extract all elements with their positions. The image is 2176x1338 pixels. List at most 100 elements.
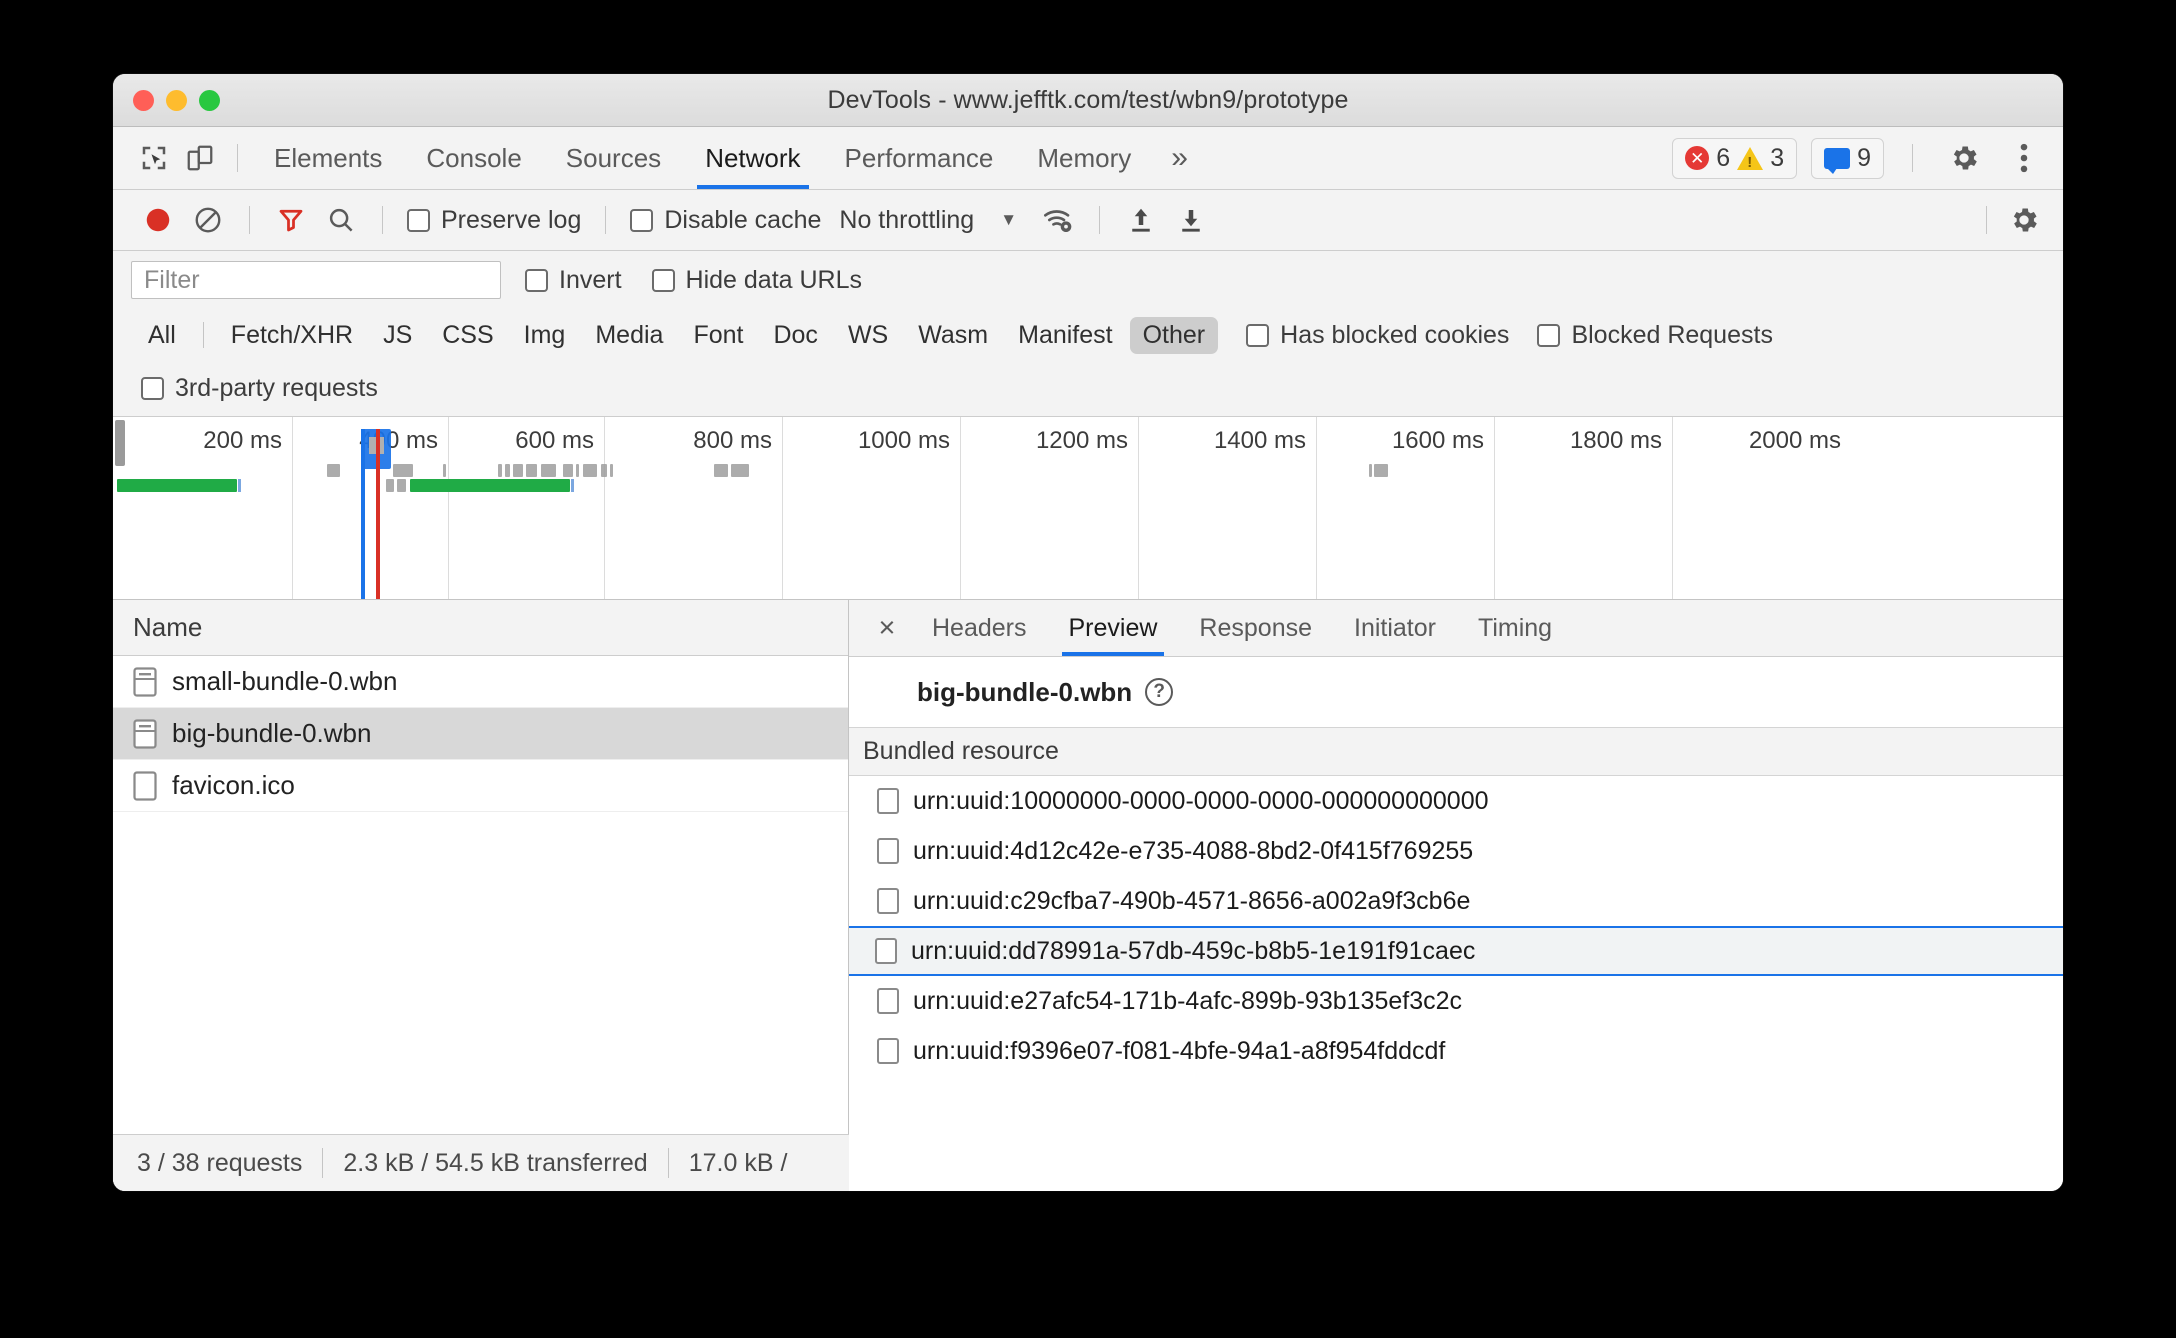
generic-document-icon xyxy=(133,770,157,801)
list-item[interactable]: urn:uuid:dd78991a-57db-459c-b8b5-1e191f9… xyxy=(849,926,2063,976)
throttling-dropdown[interactable]: No throttling ▼ xyxy=(839,206,1017,235)
table-row[interactable]: small-bundle-0.wbn xyxy=(113,656,848,708)
filter-chip-wasm[interactable]: Wasm xyxy=(905,317,1001,354)
overview-tick-label: 1200 ms xyxy=(1035,427,1128,454)
network-split-view: Name small-bundle-0.wbn big-bundle-0.wbn xyxy=(113,600,2063,1191)
more-tabs-chevron-icon[interactable]: » xyxy=(1153,127,1206,189)
request-name: favicon.ico xyxy=(172,770,295,800)
tab-performance[interactable]: Performance xyxy=(823,127,1016,189)
filter-chip-all[interactable]: All xyxy=(135,317,189,354)
gear-icon[interactable] xyxy=(1941,135,1987,181)
filter-input[interactable]: Filter xyxy=(131,261,501,299)
minimize-window-button[interactable] xyxy=(166,89,187,111)
webbundle-document-icon xyxy=(133,718,157,749)
filter-chip-media[interactable]: Media xyxy=(582,317,676,354)
filter-chip-doc[interactable]: Doc xyxy=(760,317,830,354)
overview-tick-label: 800 ms xyxy=(693,427,772,454)
filter-chip-manifest[interactable]: Manifest xyxy=(1005,317,1125,354)
toolbar-divider-5 xyxy=(1986,206,1987,234)
request-name: small-bundle-0.wbn xyxy=(172,666,398,696)
filter-chip-other[interactable]: Other xyxy=(1129,316,1219,354)
hide-data-urls-label: Hide data URLs xyxy=(685,265,863,294)
resource-icon xyxy=(877,1038,899,1064)
overview-tick-label: 1800 ms xyxy=(1569,427,1662,454)
messages-counter[interactable]: 9 xyxy=(1811,137,1884,179)
tab-response[interactable]: Response xyxy=(1178,600,1333,656)
preview-panel: big-bundle-0.wbn ? Bundled resource urn:… xyxy=(849,657,2063,1191)
cursor-select-icon[interactable] xyxy=(131,135,177,181)
tab-network[interactable]: Network xyxy=(683,127,822,189)
list-item[interactable]: urn:uuid:c29cfba7-490b-4571-8656-a002a9f… xyxy=(849,876,2063,926)
overview-tick-cell: 1600 ms xyxy=(1317,417,1495,599)
network-settings-gear-icon[interactable] xyxy=(2001,197,2047,243)
preserve-log-box xyxy=(407,208,430,232)
filter-chip-js[interactable]: JS xyxy=(370,317,425,354)
bundled-resource-column-header[interactable]: Bundled resource xyxy=(849,727,2063,776)
help-icon[interactable]: ? xyxy=(1145,678,1174,706)
overview-tick-cell: 1400 ms xyxy=(1139,417,1317,599)
request-list-body: small-bundle-0.wbn big-bundle-0.wbn favi… xyxy=(113,656,848,1191)
invert-checkbox[interactable]: Invert xyxy=(519,266,628,295)
resource-type-filters: All Fetch/XHR JS CSS Img Media Font Doc … xyxy=(113,309,2063,361)
filter-chip-fetch-xhr[interactable]: Fetch/XHR xyxy=(218,317,366,354)
request-detail-pane: × Headers Preview Response Initiator Tim… xyxy=(849,600,2063,1191)
overview-tick-label: 1600 ms xyxy=(1391,427,1484,454)
list-item[interactable]: urn:uuid:e27afc54-171b-4afc-899b-93b135e… xyxy=(849,976,2063,1026)
tab-sources[interactable]: Sources xyxy=(544,127,683,189)
third-party-requests-checkbox[interactable]: 3rd-party requests xyxy=(135,374,384,403)
has-blocked-cookies-box xyxy=(1246,323,1270,347)
funnel-filter-icon[interactable] xyxy=(268,197,314,243)
export-har-icon[interactable] xyxy=(1168,197,1214,243)
resource-icon xyxy=(877,788,899,814)
tab-timing[interactable]: Timing xyxy=(1457,600,1573,656)
tab-memory[interactable]: Memory xyxy=(1015,127,1153,189)
list-item[interactable]: urn:uuid:10000000-0000-0000-0000-0000000… xyxy=(849,776,2063,826)
transferred-size: 2.3 kB / 54.5 kB transferred xyxy=(343,1148,648,1177)
filter-chip-css[interactable]: CSS xyxy=(429,317,506,354)
network-conditions-icon[interactable] xyxy=(1035,197,1081,243)
device-toolbar-icon[interactable] xyxy=(177,135,223,181)
table-row[interactable]: big-bundle-0.wbn xyxy=(113,708,848,760)
issues-counter[interactable]: ✕ 6 3 xyxy=(1672,137,1798,179)
resource-icon xyxy=(875,938,897,964)
tab-headers[interactable]: Headers xyxy=(911,600,1048,656)
blocked-requests-checkbox[interactable]: Blocked Requests xyxy=(1531,321,1779,350)
preserve-log-checkbox[interactable]: Preserve log xyxy=(401,206,587,235)
tab-preview[interactable]: Preview xyxy=(1048,600,1179,656)
request-name: big-bundle-0.wbn xyxy=(172,718,372,748)
waterfall-bar-tail xyxy=(238,479,241,492)
throttling-value: No throttling xyxy=(839,205,975,234)
maximize-window-button[interactable] xyxy=(199,89,220,111)
has-blocked-cookies-checkbox[interactable]: Has blocked cookies xyxy=(1240,321,1515,350)
network-overview-timeline[interactable]: 200 ms 400 ms 600 ms 800 ms 1000 ms 1200… xyxy=(113,417,2063,600)
preview-title-row: big-bundle-0.wbn ? xyxy=(849,657,2063,727)
table-row[interactable]: favicon.ico xyxy=(113,760,848,812)
overview-tick-cell: 800 ms xyxy=(605,417,783,599)
request-list-column-header[interactable]: Name xyxy=(113,600,848,656)
search-icon[interactable] xyxy=(318,197,364,243)
tabbar-right-controls: ✕ 6 3 9 xyxy=(1672,135,2047,181)
resource-icon xyxy=(877,988,899,1014)
disable-cache-checkbox[interactable]: Disable cache xyxy=(624,206,827,235)
list-item[interactable]: urn:uuid:f9396e07-f081-4bfe-94a1-a8f954f… xyxy=(849,1026,2063,1076)
tab-initiator[interactable]: Initiator xyxy=(1333,600,1457,656)
list-item[interactable]: urn:uuid:4d12c42e-e735-4088-8bd2-0f415f7… xyxy=(849,826,2063,876)
tab-elements[interactable]: Elements xyxy=(252,127,404,189)
tab-console[interactable]: Console xyxy=(404,127,543,189)
traffic-lights xyxy=(133,89,220,111)
resource-urn: urn:uuid:10000000-0000-0000-0000-0000000… xyxy=(913,786,1489,815)
clear-prohibited-icon[interactable] xyxy=(185,197,231,243)
import-har-icon[interactable] xyxy=(1118,197,1164,243)
kebab-menu-icon[interactable] xyxy=(2001,135,2047,181)
resource-size: 17.0 kB / xyxy=(688,1148,788,1177)
hide-data-urls-checkbox[interactable]: Hide data URLs xyxy=(646,266,868,295)
overview-tick-label: 200 ms xyxy=(203,427,282,454)
filter-chip-ws[interactable]: WS xyxy=(835,317,901,354)
overview-tick-cell: 200 ms xyxy=(113,417,293,599)
close-icon[interactable]: × xyxy=(863,600,911,656)
filter-chip-font[interactable]: Font xyxy=(680,317,756,354)
filter-chip-img[interactable]: Img xyxy=(511,317,579,354)
window-titlebar: DevTools - www.jefftk.com/test/wbn9/prot… xyxy=(113,74,2063,127)
record-stop-icon[interactable] xyxy=(135,197,181,243)
close-window-button[interactable] xyxy=(133,89,154,111)
